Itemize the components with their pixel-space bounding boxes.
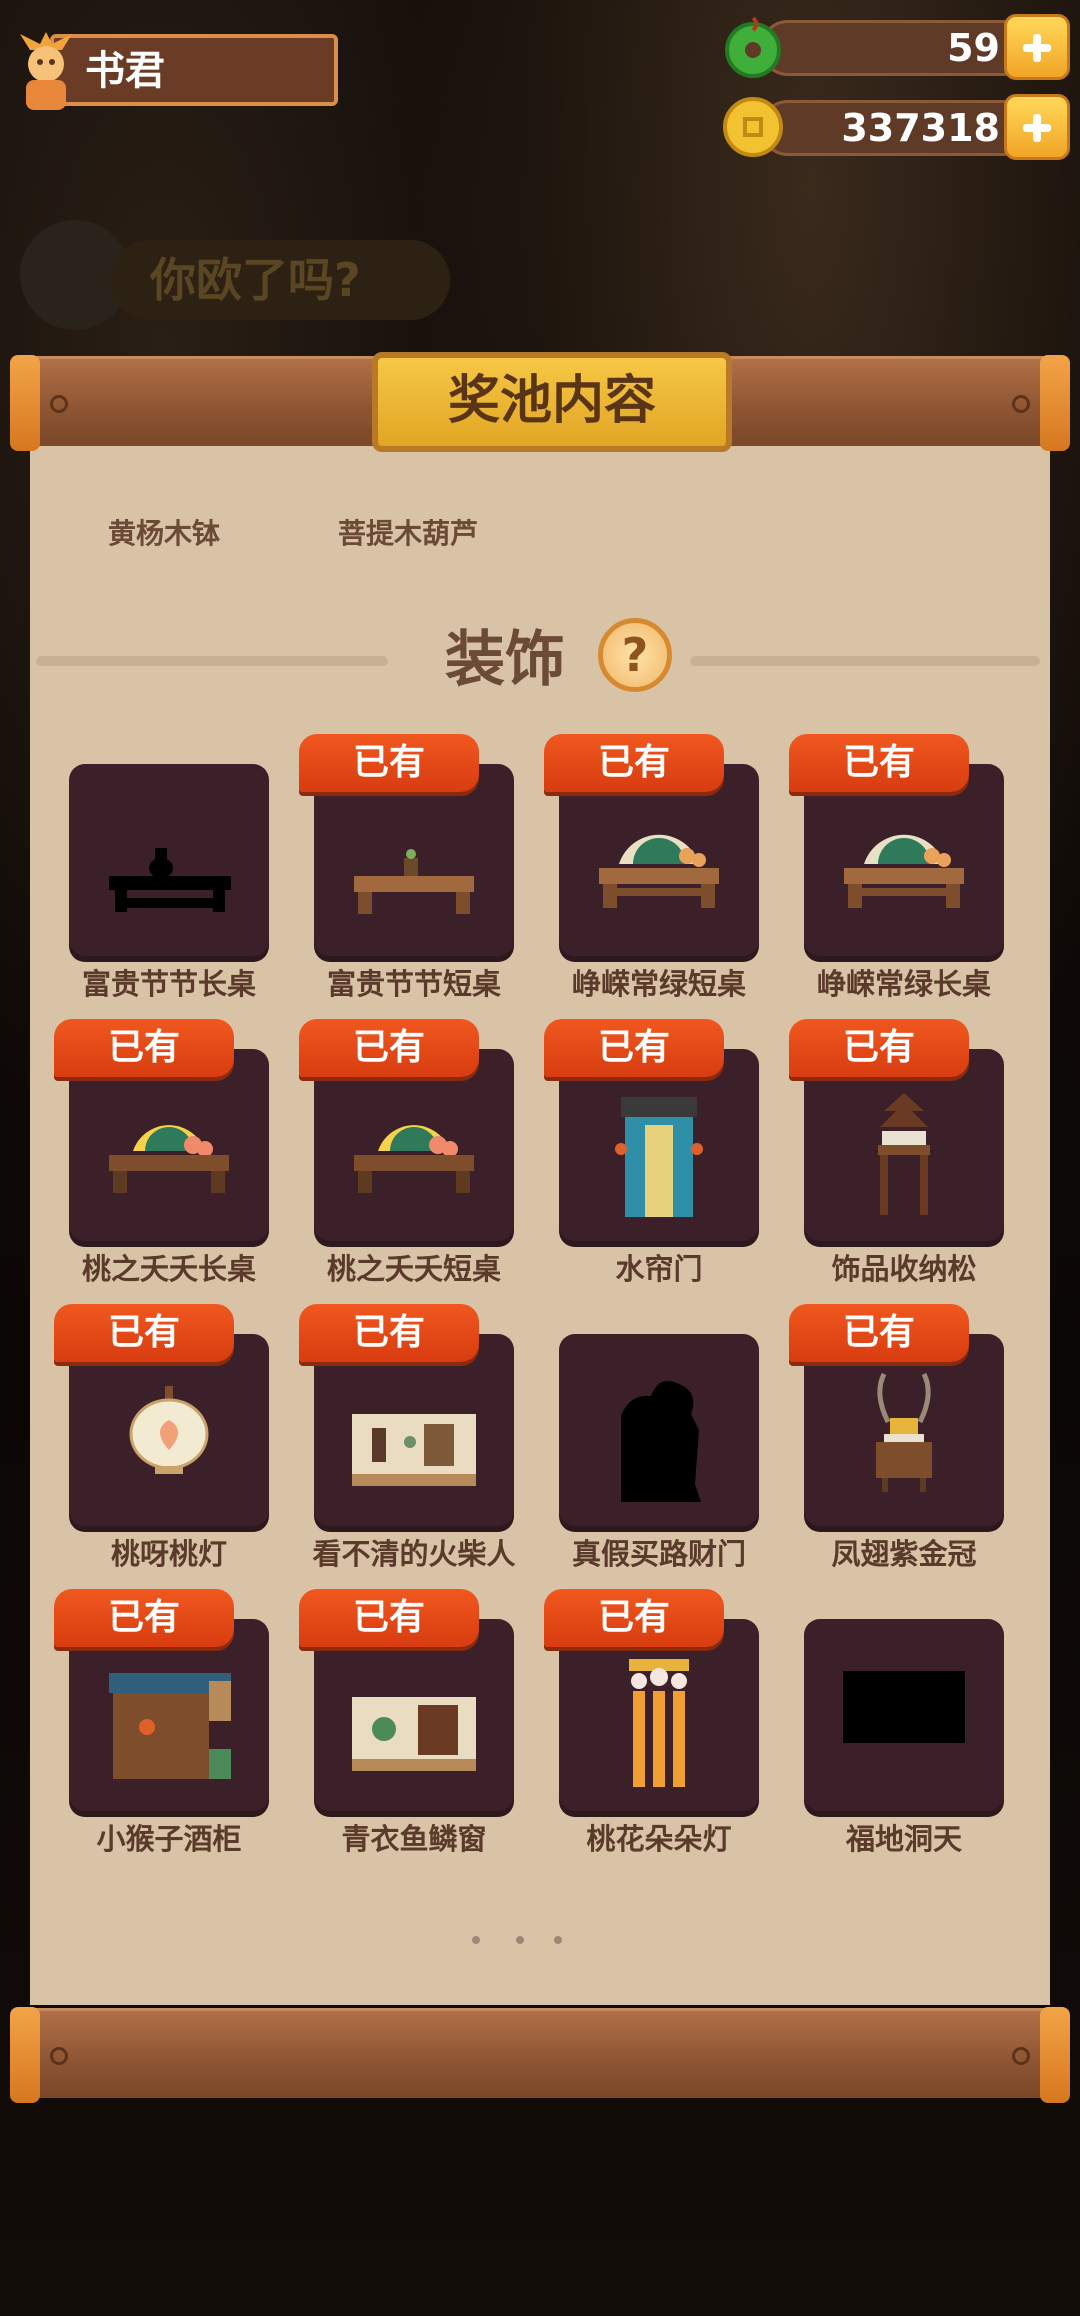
item-card[interactable]: 已有 桃花朵朵灯 — [544, 1589, 759, 1856]
crown-cabinet-icon — [876, 1372, 932, 1492]
fan-table-icon — [844, 834, 964, 908]
item-card[interactable]: 已有 桃之夭夭短桌 — [299, 1019, 514, 1286]
rod-cap-right — [1040, 355, 1070, 451]
section-title: 装饰 — [445, 625, 565, 695]
blossom-lamp-icon — [629, 1659, 689, 1787]
curtain-door-icon — [615, 1097, 703, 1217]
owned-badge: 已有 — [54, 1589, 234, 1647]
owned-badge: 已有 — [54, 1019, 234, 1077]
item-name: 福地洞天 — [845, 1822, 962, 1856]
short-table-icon — [354, 849, 474, 914]
item-name: 桃花朵朵灯 — [586, 1822, 732, 1856]
scroll-indicator — [460, 1930, 660, 1950]
owned-badge: 已有 — [789, 734, 969, 792]
rod-nail-right — [1012, 395, 1030, 413]
item-name: 青衣鱼鳞窗 — [341, 1822, 487, 1856]
coin-currency-bar: 337318 — [720, 94, 1070, 160]
indicator-dot — [472, 1936, 480, 1944]
item-card[interactable]: 已有 小猴子酒柜 — [54, 1589, 269, 1856]
rod-cap-left — [10, 355, 40, 451]
coin-value: 337318 — [841, 106, 1000, 150]
item-card[interactable]: 已有 看不清的火柴人 — [299, 1304, 516, 1571]
help-button[interactable]: ? — [598, 618, 672, 692]
section-divider-left — [36, 656, 388, 666]
jade-value: 59 — [947, 26, 1000, 70]
room-scene-icon — [352, 1414, 476, 1486]
background-banner: 你欧了吗? — [110, 240, 450, 320]
item-name: 峥嵘常绿短桌 — [571, 967, 746, 1001]
item-name: 饰品收纳松 — [831, 1252, 977, 1286]
fan-table-icon — [599, 834, 719, 908]
item-card[interactable]: 已有 桃之夭夭长桌 — [54, 1019, 269, 1286]
section-divider-right — [690, 656, 1040, 666]
owned-badge: 已有 — [299, 1304, 479, 1362]
player-name: 书君 — [85, 48, 165, 94]
item-name: 真假买路财门 — [571, 1537, 746, 1571]
item-card[interactable]: 已有 峥嵘常绿长桌 — [789, 734, 1004, 1001]
item-card[interactable]: 福地洞天 — [804, 1589, 1004, 1856]
item-name: 峥嵘常绿长桌 — [816, 967, 991, 1001]
silhouette-icon — [621, 1380, 701, 1502]
item-name: 富贵节节长桌 — [81, 967, 256, 1001]
wine-cabinet-icon — [109, 1673, 231, 1779]
indicator-dot — [554, 1936, 562, 1944]
add-coin-button[interactable] — [1004, 94, 1070, 160]
item-name: 桃之夭夭短桌 — [326, 1252, 501, 1286]
item-card[interactable]: 富贵节节长桌 — [69, 734, 269, 1001]
item-card[interactable]: 真假买路财门 — [559, 1304, 759, 1571]
item-card[interactable]: 已有 凤翅紫金冠 — [789, 1304, 1004, 1571]
rod-cap-left — [10, 2007, 40, 2103]
item-name: 富贵节节短桌 — [326, 967, 501, 1001]
peach-fan-table-icon — [354, 1125, 474, 1193]
rod-cap-right — [1040, 2007, 1070, 2103]
item-card[interactable]: 已有 青衣鱼鳞窗 — [299, 1589, 514, 1856]
owned-badge: 已有 — [544, 1019, 724, 1077]
owned-badge: 已有 — [544, 1589, 724, 1647]
owned-badge: 已有 — [789, 1019, 969, 1077]
item-card[interactable]: 已有 水帘门 — [544, 1019, 759, 1286]
pine-stand-icon — [878, 1093, 930, 1215]
peach-lantern-icon — [129, 1386, 209, 1474]
add-jade-button[interactable] — [1004, 14, 1070, 80]
scroll-bottom-rod — [10, 2007, 1070, 2103]
indicator-dot — [516, 1936, 524, 1944]
window-scene-icon — [352, 1697, 476, 1771]
peach-fan-table-icon — [109, 1125, 229, 1193]
item-card[interactable]: 已有 峥嵘常绿短桌 — [544, 734, 759, 1001]
player-panel[interactable]: 书君 — [10, 30, 340, 112]
player-avatar-icon[interactable] — [10, 30, 82, 112]
item-name: 桃呀桃灯 — [110, 1537, 227, 1571]
item-name: 小猴子酒柜 — [96, 1822, 242, 1856]
rod-nail-left — [50, 2047, 68, 2065]
prev-item-label: 菩提木葫芦 — [338, 517, 479, 550]
jade-ring-icon — [725, 16, 781, 78]
item-card[interactable]: 已有 桃呀桃灯 — [54, 1304, 269, 1571]
item-name: 桃之夭夭长桌 — [81, 1252, 256, 1286]
owned-badge: 已有 — [299, 734, 479, 792]
owned-badge: 已有 — [789, 1304, 969, 1362]
black-block-icon — [843, 1671, 965, 1743]
rod-nail-left — [50, 395, 68, 413]
item-name: 凤翅紫金冠 — [831, 1537, 977, 1571]
item-card[interactable]: 已有 饰品收纳松 — [789, 1019, 1004, 1286]
item-card[interactable]: 已有 富贵节节短桌 — [299, 734, 514, 1001]
modal-title: 奖池内容 — [372, 352, 732, 452]
coin-icon — [723, 97, 783, 157]
owned-badge: 已有 — [299, 1019, 479, 1077]
prev-item-label: 黄杨木钵 — [108, 517, 221, 550]
rod-nail-right — [1012, 2047, 1030, 2065]
owned-badge: 已有 — [544, 734, 724, 792]
jade-currency-bar: 59 — [720, 14, 1070, 80]
owned-badge: 已有 — [54, 1304, 234, 1362]
long-table-icon — [109, 848, 231, 912]
owned-badge: 已有 — [299, 1589, 479, 1647]
item-name: 水帘门 — [615, 1252, 703, 1286]
item-name: 看不清的火柴人 — [312, 1537, 516, 1571]
